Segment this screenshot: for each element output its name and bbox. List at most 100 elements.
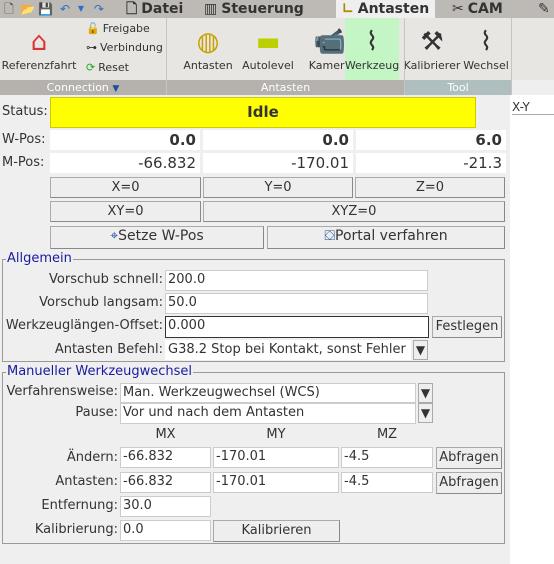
tape-measure-icon: ◍ (196, 27, 220, 57)
tab-steuerung[interactable]: ▥ Steuerung (204, 0, 304, 18)
get-probe-button[interactable]: Abfragen (436, 472, 502, 494)
tools-icon: ✂ (452, 1, 464, 17)
canvas-panel[interactable]: X-Y (510, 95, 554, 564)
distance-input[interactable]: 30.0 (120, 496, 211, 517)
probe-command-label: Antasten Befehl: (54, 342, 163, 357)
col-my: MY (266, 427, 286, 442)
zero-xyz-button[interactable]: XYZ=0 (203, 201, 505, 222)
group-antasten: Antasten (167, 80, 404, 95)
probe-mz-input[interactable]: -4.5 (341, 472, 433, 493)
caliper-icon: ⚒ (420, 27, 444, 57)
redo-icon[interactable]: ↷ (92, 2, 106, 16)
tab-bar: 🗋 📂 💾 ↶ ▼ ↷ 🗋 Datei ▥ Steuerung ∟ Antasten … (0, 0, 554, 18)
zero-x-button[interactable]: X=0 (50, 177, 201, 198)
calibrate-tool-button[interactable]: ⚒ Kalibrierer (404, 18, 461, 80)
col-mx: MX (155, 427, 176, 442)
new-file-icon[interactable]: 🗋 (2, 2, 16, 16)
calibration-input[interactable]: 0.0 (120, 520, 211, 541)
zero-y-button[interactable]: Y=0 (203, 177, 353, 198)
view-tab-xy[interactable]: X-Y (512, 100, 554, 115)
policy-label: Verfahrensweise: (6, 384, 118, 399)
chevron-down-icon: ▼ (112, 84, 120, 94)
mpos-y: -170.01 (203, 153, 353, 173)
slow-feed-label: Vorschub langsam: (39, 295, 163, 310)
zero-xy-button[interactable]: XY=0 (50, 201, 201, 222)
dropdown-arrow-icon[interactable]: ▼ (418, 403, 433, 423)
probe-command-select[interactable]: G38.2 Stop bei Kontakt, sonst Fehler (165, 340, 411, 360)
general-title: Allgemein (6, 251, 73, 266)
set-wpos-button[interactable]: ⌖Setze W-Pos (50, 226, 264, 249)
gantry-icon: ⛋ (324, 228, 335, 244)
document-icon: 🗋 (126, 1, 138, 17)
group-connection[interactable]: Connection ▼ (0, 80, 166, 95)
unlock-icon: 🔓 (86, 22, 100, 35)
ruler-icon: ∟ (342, 1, 354, 17)
change-mz-input[interactable]: -4.5 (341, 447, 433, 468)
policy-select[interactable]: Man. Werkzeugwechsel (WCS) (120, 383, 416, 403)
unlock-button[interactable]: 🔓 Freigabe (86, 22, 150, 35)
probe-pos-label: Antasten: (55, 474, 118, 489)
connect-button[interactable]: ⊶ Verbindung (86, 41, 163, 54)
tool-button[interactable]: ⌇ Werkzeug (345, 18, 399, 80)
tab-antasten[interactable]: ∟ Antasten (336, 0, 436, 18)
tab-datei[interactable]: 🗋 Datei (126, 0, 183, 18)
tool-change-button[interactable]: ⌇ Wechsel (460, 18, 512, 80)
slow-feed-input[interactable]: 50.0 (165, 293, 428, 314)
change-label: Ändern: (66, 450, 118, 465)
wpos-x: 0.0 (50, 130, 200, 150)
autolevel-button[interactable]: ▬ Autolevel (240, 18, 296, 80)
calibrate-button[interactable]: Kalibrieren (213, 520, 340, 542)
set-tlo-button[interactable]: Festlegen (432, 316, 502, 338)
tab-cam[interactable]: ✂ CAM (452, 0, 503, 18)
mpos-label: M-Pos: (2, 155, 45, 170)
save-icon[interactable]: 💾 (38, 2, 53, 16)
divider (404, 18, 405, 95)
divider (166, 18, 167, 95)
crosshair-icon: ⌖ (110, 228, 119, 244)
wpos-label: W-Pos: (2, 132, 46, 147)
move-gantry-button[interactable]: ⛋Portal verfahren (267, 226, 505, 249)
toolchange-title: Manueller Werkzeugwechsel (6, 364, 194, 379)
undo-dropdown-icon[interactable]: ▼ (74, 2, 88, 16)
probe-my-input[interactable]: -170.01 (213, 472, 339, 493)
mpos-z: -21.3 (356, 153, 506, 173)
dropdown-arrow-icon[interactable]: ▼ (413, 340, 428, 360)
col-mz: MZ (376, 427, 398, 442)
endmill-icon: ⌇ (479, 27, 493, 57)
pause-select[interactable]: Vor und nach dem Antasten (120, 403, 416, 424)
plug-icon: ⊶ (86, 41, 97, 54)
status-label: Status: (2, 104, 48, 119)
mpos-x: -66.832 (50, 153, 200, 173)
camera-icon: 📹 (313, 27, 347, 57)
reset-icon: ⟳ (86, 61, 96, 74)
fast-feed-label: Vorschub schnell: (49, 272, 163, 287)
probe-mx-input[interactable]: -66.832 (120, 472, 211, 493)
change-my-input[interactable]: -170.01 (213, 447, 339, 468)
tlo-input[interactable]: 0.000 (165, 316, 429, 338)
endmill-icon: ⌇ (365, 27, 379, 57)
open-folder-icon[interactable]: 📂 (20, 2, 35, 16)
home-button[interactable]: ⌂ Referenzfahrt (2, 18, 77, 80)
group-tool: Tool (405, 80, 511, 95)
calibration-label: Kalibrierung: (34, 522, 118, 537)
wpos-y: 0.0 (203, 130, 353, 150)
tlo-label: Werkzeuglängen-Offset: (5, 318, 163, 333)
pause-label: Pause: (75, 405, 118, 420)
fast-feed-input[interactable]: 200.0 (165, 270, 428, 291)
dropdown-arrow-icon[interactable]: ▼ (418, 383, 433, 403)
reset-button[interactable]: ⟳ Reset (86, 61, 129, 74)
home-icon: ⌂ (30, 27, 48, 57)
wpos-z: 6.0 (356, 130, 506, 150)
divider (511, 18, 512, 95)
change-mx-input[interactable]: -66.832 (120, 447, 211, 468)
tab-more[interactable]: ✎ (538, 0, 550, 18)
distance-label: Entfernung: (41, 498, 118, 513)
ribbon: ⌂ Referenzfahrt 🔓 Freigabe ⊶ Verbindung ⟳ Re… (0, 18, 554, 80)
level-icon: ▬ (255, 27, 281, 57)
probe-button[interactable]: ◍ Antasten (180, 18, 236, 80)
edit-icon: ✎ (538, 1, 550, 17)
undo-icon[interactable]: ↶ (58, 2, 72, 16)
zero-z-button[interactable]: Z=0 (355, 177, 505, 198)
status-badge: Idle (50, 97, 476, 128)
get-change-button[interactable]: Abfragen (436, 447, 502, 469)
